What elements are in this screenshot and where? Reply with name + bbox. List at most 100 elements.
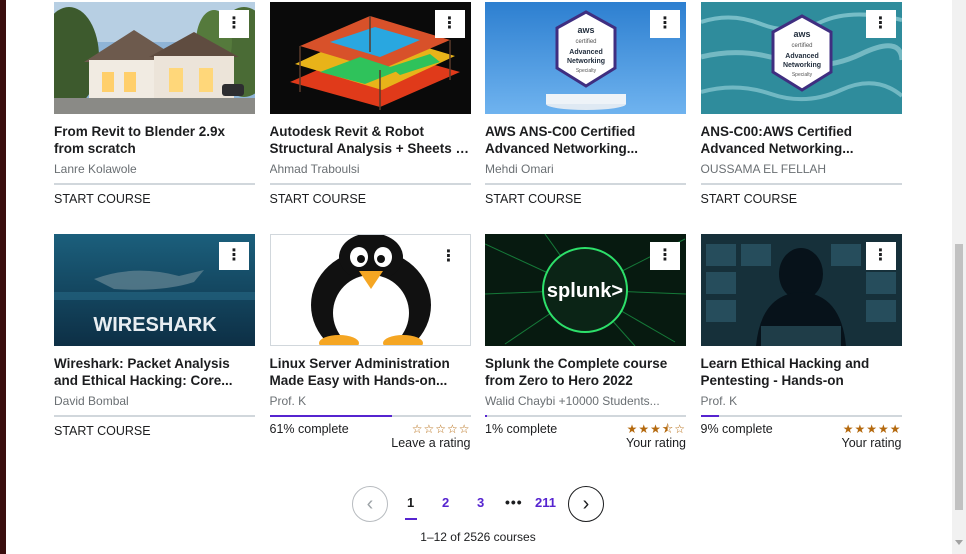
linux-penguin-thumbnail[interactable]: ⋮ — [269, 234, 471, 346]
progress-bar — [700, 415, 902, 417]
aws-logo-text: aws — [793, 29, 810, 39]
pagination-ellipsis: ••• — [505, 494, 523, 510]
more-vertical-icon: ⋮ — [226, 15, 242, 32]
course-menu-button[interactable]: ⋮ — [865, 10, 896, 38]
course-card[interactable]: ⋮ Linux Server Administration Made Easy … — [269, 234, 471, 466]
progress-bar — [269, 415, 471, 417]
course-author: Ahmad Traboulsi — [269, 162, 360, 176]
progress-fill — [485, 415, 487, 417]
page-3-link[interactable]: 3 — [477, 495, 484, 510]
star-rating-icon[interactable]: ☆☆☆☆☆ — [391, 422, 470, 436]
progress-fill — [700, 415, 719, 417]
splunk-thumbnail[interactable]: splunk> ⋮ — [485, 234, 686, 346]
aws-badge-thumbnail[interactable]: aws certified Advanced Networking Specia… — [485, 2, 686, 114]
progress-divider — [54, 415, 255, 417]
aws-badge-ocean-thumbnail[interactable]: aws certified Advanced Networking Specia… — [700, 2, 902, 114]
start-course-link[interactable]: START COURSE — [54, 424, 255, 438]
progress-fill — [269, 415, 393, 417]
course-menu-button[interactable]: ⋮ — [433, 243, 464, 271]
wireshark-logo-text: WIRESHARK — [93, 314, 217, 336]
chevron-left-icon: ‹ — [366, 493, 374, 515]
course-author: Mehdi Omari — [485, 162, 554, 176]
house-render-thumbnail[interactable]: ⋮ — [54, 2, 255, 114]
course-grid: ⋮ From Revit to Blender 2.9x from scratc… — [54, 2, 902, 466]
course-card[interactable]: splunk> ⋮ Splunk the Complete course fro… — [485, 234, 686, 466]
vertical-scrollbar[interactable] — [952, 0, 966, 554]
course-author: Prof. K — [269, 394, 307, 408]
course-author: Walid Chaybi +10000 Students... — [485, 394, 660, 408]
rating-widget[interactable]: ★★★⯪☆ Your rating — [626, 422, 686, 451]
course-author: Lanre Kolawole — [54, 162, 137, 176]
page-2-link[interactable]: 2 — [442, 495, 449, 510]
wireshark-thumbnail[interactable]: WIRESHARK ⋮ — [54, 234, 255, 346]
result-count: 1–12 of 2526 courses — [420, 530, 536, 544]
more-vertical-icon: ⋮ — [872, 247, 889, 264]
start-course-link[interactable]: START COURSE — [485, 192, 686, 206]
certified-text: certified — [791, 43, 812, 49]
course-card[interactable]: WIRESHARK ⋮ Wireshark: Packet Analysis a… — [54, 234, 255, 466]
course-card[interactable]: ⋮ Autodesk Revit & Robot Structural Anal… — [269, 2, 471, 234]
rating-widget[interactable]: ★★★★★ Your rating — [842, 422, 902, 451]
last-page-link[interactable]: 211 — [535, 495, 556, 510]
course-menu-button[interactable]: ⋮ — [219, 242, 249, 270]
progress-divider — [269, 183, 471, 185]
badge-line-2: Networking — [782, 62, 820, 69]
splunk-logo-text: splunk> — [547, 280, 623, 302]
more-vertical-icon: ⋮ — [440, 248, 457, 265]
course-card[interactable]: ⋮ Learn Ethical Hacking and Pentesting -… — [700, 234, 902, 466]
course-card[interactable]: aws certified Advanced Networking Specia… — [700, 2, 902, 234]
course-title[interactable]: Splunk the Complete course from Zero to … — [485, 355, 686, 389]
scrollbar-thumb[interactable] — [955, 244, 963, 510]
next-page-button[interactable]: › — [568, 486, 604, 522]
course-card[interactable]: ⋮ From Revit to Blender 2.9x from scratc… — [54, 2, 255, 234]
star-rating-icon[interactable]: ★★★★★ — [842, 422, 902, 436]
your-rating-link[interactable]: Your rating — [626, 436, 686, 451]
scroll-down-arrow-icon[interactable] — [955, 540, 963, 545]
hacker-thumbnail[interactable]: ⋮ — [700, 234, 902, 346]
course-title[interactable]: Linux Server Administration Made Easy wi… — [270, 355, 471, 389]
star-rating-icon[interactable]: ★★★⯪☆ — [626, 422, 686, 436]
course-menu-button[interactable]: ⋮ — [650, 242, 680, 270]
more-vertical-icon: ⋮ — [872, 15, 889, 32]
course-title[interactable]: ANS-C00:AWS Certified Advanced Networkin… — [701, 123, 902, 157]
progress-bar — [485, 415, 686, 417]
course-menu-button[interactable]: ⋮ — [219, 10, 249, 38]
progress-divider — [485, 183, 686, 185]
progress-divider — [54, 183, 255, 185]
progress-text: 61% complete — [269, 422, 349, 436]
course-title[interactable]: From Revit to Blender 2.9x from scratch — [54, 123, 255, 157]
previous-page-button[interactable]: ‹ — [352, 486, 388, 522]
start-course-link[interactable]: START COURSE — [270, 192, 471, 206]
start-course-link[interactable]: START COURSE — [54, 192, 255, 206]
course-title[interactable]: AWS ANS-C00 Certified Advanced Networkin… — [485, 123, 686, 157]
chevron-right-icon: › — [582, 493, 590, 515]
course-title[interactable]: Wireshark: Packet Analysis and Ethical H… — [54, 355, 255, 389]
your-rating-link[interactable]: Your rating — [842, 436, 902, 451]
progress-text: 1% complete — [485, 422, 558, 436]
aws-logo-text: aws — [577, 25, 594, 35]
course-title[interactable]: Autodesk Revit & Robot Structural Analys… — [270, 123, 471, 157]
leave-rating-link[interactable]: Leave a rating — [391, 436, 470, 451]
more-vertical-icon: ⋮ — [226, 247, 242, 264]
course-author: David Bombal — [54, 394, 129, 408]
more-vertical-icon: ⋮ — [657, 15, 673, 32]
page-1-link[interactable]: 1 — [407, 495, 414, 510]
course-author: Prof. K — [700, 394, 738, 408]
progress-text: 9% complete — [700, 422, 773, 436]
more-vertical-icon: ⋮ — [657, 247, 673, 264]
course-menu-button[interactable]: ⋮ — [434, 10, 465, 38]
window-edge — [0, 0, 6, 554]
badge-line-2: Networking — [567, 58, 605, 65]
course-menu-button[interactable]: ⋮ — [865, 242, 896, 270]
specialty-text: Specialty — [576, 68, 597, 74]
badge-line-1: Advanced — [785, 53, 818, 60]
course-card[interactable]: aws certified Advanced Networking Specia… — [485, 2, 686, 234]
progress-divider — [700, 183, 902, 185]
badge-line-1: Advanced — [569, 49, 602, 56]
start-course-link[interactable]: START COURSE — [701, 192, 902, 206]
structural-analysis-thumbnail[interactable]: ⋮ — [269, 2, 471, 114]
course-menu-button[interactable]: ⋮ — [650, 10, 680, 38]
more-vertical-icon: ⋮ — [441, 15, 458, 32]
rating-widget[interactable]: ☆☆☆☆☆ Leave a rating — [391, 422, 470, 451]
course-title[interactable]: Learn Ethical Hacking and Pentesting - H… — [701, 355, 902, 389]
